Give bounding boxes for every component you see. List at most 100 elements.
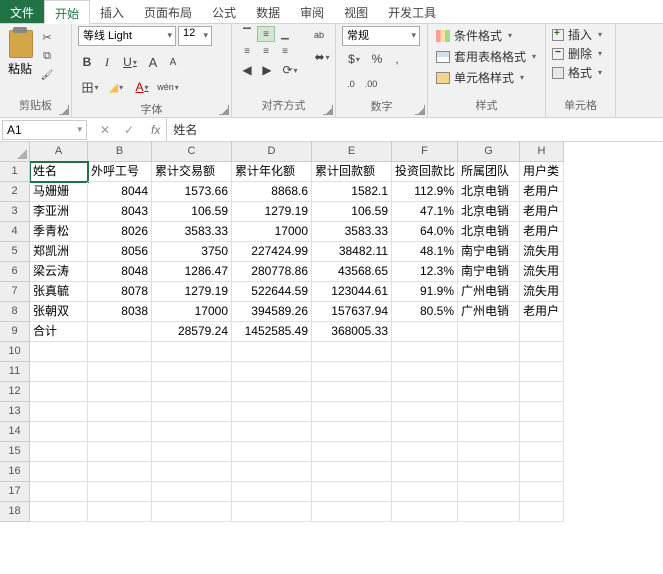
font-size-select[interactable]: 12 bbox=[178, 26, 212, 46]
align-left-button[interactable]: ≡ bbox=[238, 43, 256, 59]
cell-B2[interactable]: 8044 bbox=[88, 182, 152, 202]
cell-D12[interactable] bbox=[232, 382, 312, 402]
tab-layout[interactable]: 页面布局 bbox=[134, 0, 202, 23]
align-middle-button[interactable]: ≡ bbox=[257, 26, 275, 42]
copy-button[interactable] bbox=[38, 48, 56, 64]
table-format-button[interactable]: 套用表格格式 bbox=[434, 47, 538, 66]
cell-H4[interactable]: 老用户 bbox=[520, 222, 564, 242]
cell-A10[interactable] bbox=[30, 342, 88, 362]
cell-E1[interactable]: 累计回款额 bbox=[312, 162, 392, 182]
indent-decrease-button[interactable]: ◀ bbox=[238, 61, 256, 79]
cell-G11[interactable] bbox=[458, 362, 520, 382]
align-right-button[interactable]: ≡ bbox=[276, 43, 294, 59]
cell-A5[interactable]: 郑凯洲 bbox=[30, 242, 88, 262]
italic-button[interactable]: I bbox=[98, 53, 116, 71]
cell-H9[interactable] bbox=[520, 322, 564, 342]
underline-button[interactable]: U bbox=[118, 53, 142, 71]
cell-B16[interactable] bbox=[88, 462, 152, 482]
cell-E17[interactable] bbox=[312, 482, 392, 502]
cell-A18[interactable] bbox=[30, 502, 88, 522]
row-header-8[interactable]: 8 bbox=[0, 302, 30, 322]
cell-D8[interactable]: 394589.26 bbox=[232, 302, 312, 322]
shrink-font-button[interactable]: A bbox=[164, 53, 182, 71]
tab-review[interactable]: 审阅 bbox=[290, 0, 334, 23]
cell-G4[interactable]: 北京电销 bbox=[458, 222, 520, 242]
cell-D5[interactable]: 227424.99 bbox=[232, 242, 312, 262]
row-header-5[interactable]: 5 bbox=[0, 242, 30, 262]
format-cells-button[interactable]: 格式 bbox=[552, 64, 602, 81]
cell-D15[interactable] bbox=[232, 442, 312, 462]
cell-F10[interactable] bbox=[392, 342, 458, 362]
cell-H13[interactable] bbox=[520, 402, 564, 422]
cell-E4[interactable]: 3583.33 bbox=[312, 222, 392, 242]
cell-A16[interactable] bbox=[30, 462, 88, 482]
formula-bar[interactable]: 姓名 bbox=[166, 118, 663, 141]
cancel-formula-button[interactable]: ✕ bbox=[97, 123, 113, 137]
cell-F7[interactable]: 91.9% bbox=[392, 282, 458, 302]
cell-H12[interactable] bbox=[520, 382, 564, 402]
cell-D18[interactable] bbox=[232, 502, 312, 522]
align-top-button[interactable]: ▔ bbox=[238, 26, 256, 42]
cell-D11[interactable] bbox=[232, 362, 312, 382]
cell-G6[interactable]: 南宁电销 bbox=[458, 262, 520, 282]
cell-D16[interactable] bbox=[232, 462, 312, 482]
tab-formula[interactable]: 公式 bbox=[202, 0, 246, 23]
row-header-16[interactable]: 16 bbox=[0, 462, 30, 482]
tab-insert[interactable]: 插入 bbox=[90, 0, 134, 23]
cell-D6[interactable]: 280778.86 bbox=[232, 262, 312, 282]
cell-G16[interactable] bbox=[458, 462, 520, 482]
cell-B5[interactable]: 8056 bbox=[88, 242, 152, 262]
cell-D13[interactable] bbox=[232, 402, 312, 422]
cell-E14[interactable] bbox=[312, 422, 392, 442]
delete-cells-button[interactable]: 删除 bbox=[552, 45, 602, 62]
cell-B10[interactable] bbox=[88, 342, 152, 362]
cell-B18[interactable] bbox=[88, 502, 152, 522]
merge-button[interactable]: ⬌ bbox=[310, 48, 334, 66]
col-header-A[interactable]: A bbox=[30, 142, 88, 162]
row-header-1[interactable]: 1 bbox=[0, 162, 30, 182]
cell-C11[interactable] bbox=[152, 362, 232, 382]
row-header-3[interactable]: 3 bbox=[0, 202, 30, 222]
cell-F8[interactable]: 80.5% bbox=[392, 302, 458, 322]
row-header-4[interactable]: 4 bbox=[0, 222, 30, 242]
cell-D3[interactable]: 1279.19 bbox=[232, 202, 312, 222]
clipboard-expand-icon[interactable] bbox=[59, 105, 69, 115]
cell-C16[interactable] bbox=[152, 462, 232, 482]
cell-E18[interactable] bbox=[312, 502, 392, 522]
tab-view[interactable]: 视图 bbox=[334, 0, 378, 23]
cell-D1[interactable]: 累计年化额 bbox=[232, 162, 312, 182]
cell-F6[interactable]: 12.3% bbox=[392, 262, 458, 282]
cell-E5[interactable]: 38482.11 bbox=[312, 242, 392, 262]
cell-G2[interactable]: 北京电销 bbox=[458, 182, 520, 202]
cell-F5[interactable]: 48.1% bbox=[392, 242, 458, 262]
row-header-7[interactable]: 7 bbox=[0, 282, 30, 302]
cell-H10[interactable] bbox=[520, 342, 564, 362]
cell-C3[interactable]: 106.59 bbox=[152, 202, 232, 222]
insert-cells-button[interactable]: 插入 bbox=[552, 26, 602, 43]
cell-C4[interactable]: 3583.33 bbox=[152, 222, 232, 242]
row-header-14[interactable]: 14 bbox=[0, 422, 30, 442]
col-header-D[interactable]: D bbox=[232, 142, 312, 162]
col-header-E[interactable]: E bbox=[312, 142, 392, 162]
cell-C6[interactable]: 1286.47 bbox=[152, 262, 232, 282]
cell-A2[interactable]: 马姗姗 bbox=[30, 182, 88, 202]
col-header-B[interactable]: B bbox=[88, 142, 152, 162]
cell-H8[interactable]: 老用户 bbox=[520, 302, 564, 322]
col-header-G[interactable]: G bbox=[458, 142, 520, 162]
row-header-11[interactable]: 11 bbox=[0, 362, 30, 382]
cell-G3[interactable]: 北京电销 bbox=[458, 202, 520, 222]
cell-F14[interactable] bbox=[392, 422, 458, 442]
cell-G7[interactable]: 广州电销 bbox=[458, 282, 520, 302]
cell-C9[interactable]: 28579.24 bbox=[152, 322, 232, 342]
cell-H5[interactable]: 流失用 bbox=[520, 242, 564, 262]
percent-button[interactable]: % bbox=[368, 50, 386, 68]
cell-H3[interactable]: 老用户 bbox=[520, 202, 564, 222]
cell-E15[interactable] bbox=[312, 442, 392, 462]
col-header-C[interactable]: C bbox=[152, 142, 232, 162]
font-expand-icon[interactable] bbox=[219, 105, 229, 115]
cell-F13[interactable] bbox=[392, 402, 458, 422]
paste-button[interactable]: 粘贴 bbox=[6, 26, 34, 77]
cell-G17[interactable] bbox=[458, 482, 520, 502]
number-expand-icon[interactable] bbox=[415, 105, 425, 115]
cell-H14[interactable] bbox=[520, 422, 564, 442]
